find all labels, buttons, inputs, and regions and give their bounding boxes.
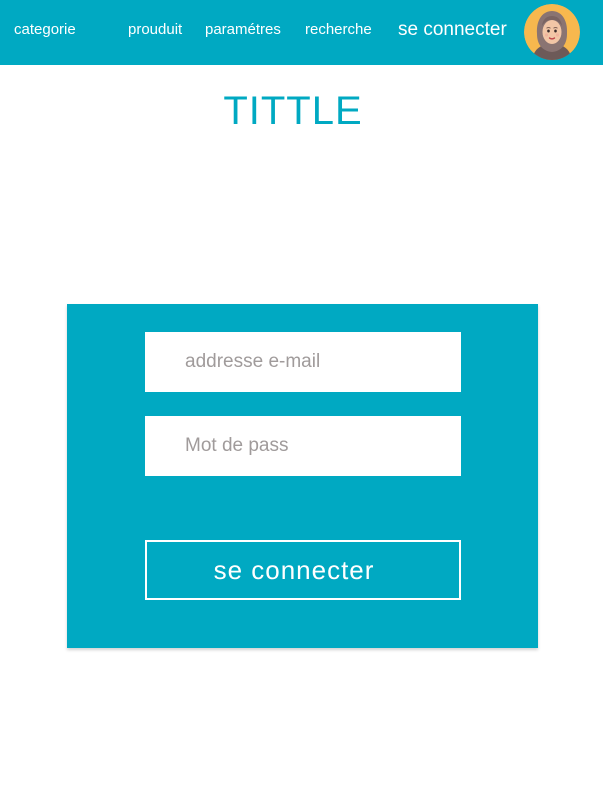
avatar-woman-hijab-icon: [524, 4, 580, 60]
email-field-container: [145, 332, 461, 392]
nav-item-produit[interactable]: prouduit: [128, 20, 182, 40]
email-field[interactable]: [145, 332, 461, 392]
page-title: TITTLE: [223, 89, 363, 133]
login-panel: se connecter: [67, 304, 538, 648]
nav-item-recherche[interactable]: recherche: [305, 20, 372, 40]
password-field[interactable]: [145, 416, 461, 476]
nav-item-parametres[interactable]: paramétres: [205, 20, 281, 40]
user-avatar[interactable]: [524, 4, 580, 60]
password-field-container: [145, 416, 461, 476]
login-submit-button[interactable]: se connecter: [145, 540, 461, 600]
top-navigation-bar: categorie prouduit paramétres recherche …: [0, 0, 603, 65]
nav-item-categorie[interactable]: categorie: [14, 20, 76, 40]
nav-login-link[interactable]: se connecter: [398, 18, 507, 42]
